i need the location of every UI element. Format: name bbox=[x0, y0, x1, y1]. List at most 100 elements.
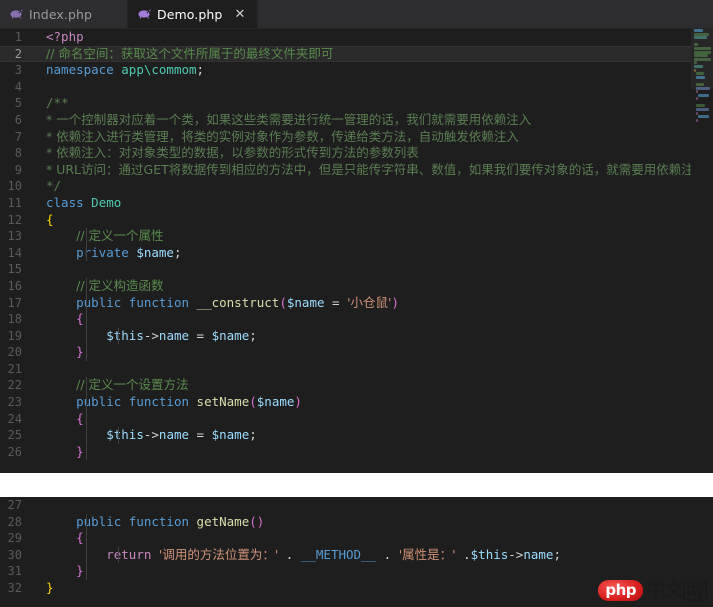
line-number: 32 bbox=[7, 580, 22, 595]
token-comment: // 定义一个属性 bbox=[76, 228, 164, 244]
code-line[interactable]: 3 namespace app\commom; bbox=[0, 62, 713, 79]
token-arrow: -> bbox=[143, 427, 159, 443]
token-brace: { bbox=[46, 211, 54, 227]
indent-guide bbox=[118, 546, 119, 564]
line-content: /** bbox=[46, 95, 69, 111]
code-line[interactable]: 31 } bbox=[0, 563, 713, 580]
indent-guide bbox=[86, 513, 87, 531]
code-line[interactable]: 1 <?php bbox=[0, 29, 713, 46]
code-line[interactable]: 29 { bbox=[0, 530, 713, 547]
token-keyword: private bbox=[76, 244, 129, 260]
code-area-top[interactable]: 1 <?php 2 // 命名空间：获取这个文件所属于的最终文件夹即可 3 na… bbox=[0, 29, 713, 473]
code-line[interactable]: 28 public function getName() bbox=[0, 513, 713, 531]
code-line[interactable]: 24 { bbox=[0, 410, 713, 428]
code-line[interactable]: 11 class Demo bbox=[0, 195, 713, 212]
code-line[interactable]: 21 bbox=[0, 361, 713, 378]
code-line[interactable]: 6 * 一个控制器对应着一个类，如果这些类需要进行统一管理的话，我们就需要用依赖… bbox=[0, 112, 713, 129]
code-line[interactable]: 26 } bbox=[0, 443, 713, 461]
token-namespace: app\commom bbox=[121, 62, 197, 78]
code-line[interactable]: 20 } bbox=[0, 344, 713, 361]
indent-guide bbox=[86, 344, 87, 361]
line-number: 10 bbox=[7, 179, 22, 194]
line-number: 4 bbox=[14, 79, 22, 94]
line-content: { bbox=[36, 212, 713, 229]
code-line[interactable]: 27 bbox=[0, 497, 713, 514]
indent-guide bbox=[86, 228, 87, 245]
token-parameter: $name bbox=[286, 294, 325, 310]
indent-guide bbox=[86, 410, 87, 428]
pane-divider bbox=[0, 473, 713, 497]
minimap-line bbox=[696, 97, 698, 101]
code-line[interactable]: 18 { bbox=[0, 311, 713, 328]
line-content: class Demo bbox=[36, 195, 713, 212]
token-brace: } bbox=[76, 344, 84, 360]
code-line[interactable]: 19 $this->name = $name; bbox=[0, 327, 713, 345]
tab-close-icon[interactable]: ✕ bbox=[234, 8, 245, 21]
code-line[interactable]: 5 /** bbox=[0, 95, 713, 112]
token-this: $this bbox=[106, 427, 144, 443]
watermark-text-part2: 网 bbox=[683, 580, 707, 601]
tab-bar: Index.php × Demo.php ✕ bbox=[0, 0, 713, 29]
token-keyword: public bbox=[76, 394, 122, 410]
token-comment: // 定义构造函数 bbox=[76, 277, 164, 293]
minimap-line bbox=[696, 90, 698, 94]
code-line[interactable]: 8 * 依赖注入：对对象类型的数据，以参数的形式传到方法的参数列表 bbox=[0, 145, 713, 162]
code-line[interactable]: 10 */ bbox=[0, 178, 713, 195]
token-concat: . bbox=[455, 546, 471, 562]
line-number: 1 bbox=[14, 30, 22, 44]
editor-pane-top[interactable]: 1 <?php 2 // 命名空间：获取这个文件所属于的最终文件夹即可 3 na… bbox=[0, 29, 713, 473]
code-line[interactable]: 25 $this->name = $name; bbox=[0, 427, 713, 444]
code-line[interactable]: 9 * URL访问：通过GET将数据传到相应的方法中，但是只能传字符串、数值，如… bbox=[0, 162, 713, 179]
line-number: 17 bbox=[7, 295, 22, 310]
code-line[interactable]: 7 * 依赖注入进行类管理，将类的实例对象作为参数，传递给类方法，自动触发依赖注… bbox=[0, 129, 713, 146]
line-number: 13 bbox=[7, 229, 22, 244]
line-number: 30 bbox=[7, 547, 22, 562]
token-function-name: getName bbox=[196, 513, 250, 529]
tab-demo-php[interactable]: Demo.php ✕ bbox=[127, 0, 259, 28]
line-number: 26 bbox=[7, 444, 22, 459]
code-line-current[interactable]: 2 // 命名空间：获取这个文件所属于的最终文件夹即可 bbox=[0, 45, 713, 63]
line-content: public function setName($name) bbox=[36, 394, 713, 411]
token-concat: . bbox=[376, 546, 399, 562]
line-number: 22 bbox=[7, 378, 22, 393]
line-content: { bbox=[36, 530, 713, 547]
watermark-php-chinese-net: php 中文网 bbox=[598, 580, 707, 601]
watermark-badge: php bbox=[598, 580, 643, 601]
indent-guide bbox=[86, 311, 87, 328]
line-number: 27 bbox=[7, 498, 22, 512]
token-keyword: public bbox=[76, 513, 122, 529]
line-number: 25 bbox=[7, 428, 22, 443]
editor-pane-bottom[interactable]: 27 28 public function getName() 29 { 30 … bbox=[0, 497, 713, 607]
line-number: 19 bbox=[7, 328, 22, 343]
indent-guide bbox=[86, 530, 87, 547]
code-line[interactable]: 30 return '调用的方法位置为：' . __METHOD__ . '属性… bbox=[0, 546, 713, 564]
code-line[interactable]: 4 bbox=[0, 79, 713, 96]
line-number: 20 bbox=[7, 345, 22, 360]
line-content: * URL访问：通过GET将数据传到相应的方法中，但是只能传字符串、数值，如果我… bbox=[46, 161, 707, 177]
line-content: public function getName() bbox=[36, 513, 713, 531]
code-line[interactable]: 17 public function __construct($name = '… bbox=[0, 294, 713, 312]
code-line[interactable]: 23 public function setName($name) bbox=[0, 394, 713, 411]
token-keyword: return bbox=[106, 546, 152, 562]
code-line[interactable]: 12 { bbox=[0, 212, 713, 229]
minimap-viewport-slider[interactable] bbox=[691, 29, 713, 89]
indent-guide bbox=[86, 443, 87, 461]
line-content: return '调用的方法位置为：' . __METHOD__ . '属性是：'… bbox=[36, 546, 713, 564]
indent-guide bbox=[86, 277, 87, 295]
line-content: } bbox=[36, 344, 713, 361]
code-line[interactable]: 14 private $name; bbox=[0, 244, 713, 262]
token-brace: { bbox=[76, 530, 84, 546]
line-content: // 命名空间：获取这个文件所属于的最终文件夹即可 bbox=[46, 45, 334, 61]
line-content: } bbox=[36, 563, 713, 580]
line-content: * 一个控制器对应着一个类，如果这些类需要进行统一管理的话，我们就需要用依赖注入 bbox=[46, 111, 532, 127]
code-line[interactable]: 22 // 定义一个设置方法 bbox=[0, 377, 713, 395]
line-number: 14 bbox=[7, 245, 22, 260]
watermark-text-part1: 中文 bbox=[647, 579, 683, 601]
indent-guide bbox=[86, 427, 87, 444]
tab-index-php[interactable]: Index.php × bbox=[0, 0, 128, 28]
code-line[interactable]: 15 bbox=[0, 261, 713, 278]
line-content: // 定义构造函数 bbox=[36, 277, 713, 295]
code-line[interactable]: 16 // 定义构造函数 bbox=[0, 277, 713, 295]
code-line[interactable]: 13 // 定义一个属性 bbox=[0, 228, 713, 245]
minimap[interactable] bbox=[691, 29, 713, 473]
